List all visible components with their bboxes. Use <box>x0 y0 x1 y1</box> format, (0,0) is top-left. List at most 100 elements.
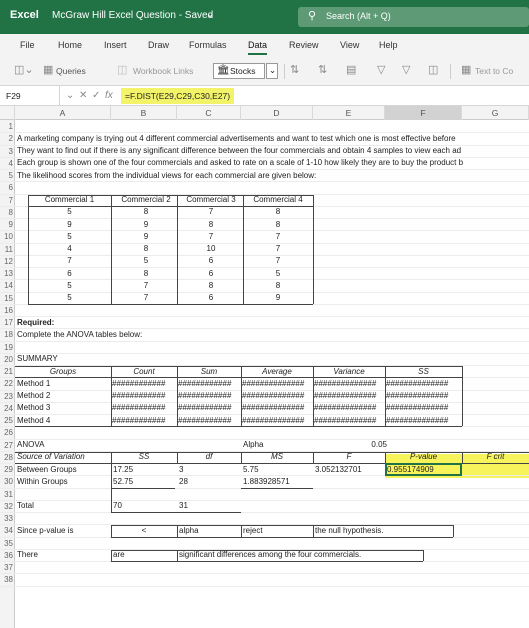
table-cell: 8 <box>208 219 214 229</box>
row-header[interactable]: 5 <box>0 171 14 180</box>
reapply-icon[interactable]: ◫ <box>428 63 438 76</box>
anova-title: ANOVA <box>17 440 45 449</box>
tab-formulas[interactable]: Formulas <box>189 40 227 50</box>
row-header[interactable]: 10 <box>0 232 14 241</box>
column-header-e[interactable]: E <box>313 106 385 120</box>
document-title[interactable]: McGraw Hill Excel Question - Saved <box>52 10 213 21</box>
table-cell: 9 <box>67 219 72 229</box>
row-header[interactable]: 2 <box>0 134 14 143</box>
row-header[interactable]: 38 <box>0 575 14 584</box>
row-header[interactable]: 15 <box>0 294 14 303</box>
conclusion-cell: Since p-value is <box>17 525 74 535</box>
row-header[interactable]: 13 <box>0 269 14 278</box>
row-header[interactable]: 4 <box>0 159 14 168</box>
column-header-d[interactable]: D <box>241 106 313 120</box>
table-cell: 7 <box>143 280 149 290</box>
table-cell: 7 <box>67 256 72 266</box>
row-header[interactable]: 35 <box>0 539 14 548</box>
tab-help[interactable]: Help <box>379 40 398 50</box>
anova-cell: Total <box>17 501 34 511</box>
row-header[interactable]: 23 <box>0 392 14 401</box>
row-header[interactable]: 20 <box>0 355 14 364</box>
selected-cell[interactable] <box>385 463 462 477</box>
row-header[interactable]: 1 <box>0 122 14 131</box>
row-header[interactable]: 18 <box>0 330 14 339</box>
summary-header: Average <box>262 366 292 376</box>
table-cell: 9 <box>143 231 149 241</box>
row-header[interactable]: 6 <box>0 183 14 192</box>
tab-file[interactable]: File <box>20 40 35 50</box>
stocks-dropdown[interactable]: ⌄ <box>266 63 278 79</box>
anova-cell: Between Groups <box>17 464 77 474</box>
cancel-icon[interactable]: ✕ <box>79 90 87 101</box>
row-header[interactable]: 31 <box>0 490 14 499</box>
select-all-corner[interactable] <box>0 106 15 120</box>
row-header[interactable]: 34 <box>0 526 14 535</box>
row-header[interactable]: 8 <box>0 208 14 217</box>
row-header[interactable]: 30 <box>0 477 14 486</box>
formula-input[interactable]: =F.DIST(E29,C29,C30,E27) <box>121 88 235 104</box>
row-header[interactable]: 36 <box>0 551 14 560</box>
row-header[interactable]: 22 <box>0 379 14 388</box>
tab-view[interactable]: View <box>340 40 359 50</box>
row-header[interactable]: 19 <box>0 343 14 352</box>
row-header[interactable]: 21 <box>0 367 14 376</box>
search-icon: ⚲ <box>308 10 317 22</box>
row-header[interactable]: 26 <box>0 428 14 437</box>
border-line <box>15 366 462 367</box>
row-header[interactable]: 11 <box>0 245 14 254</box>
queries-button[interactable]: Queries <box>56 66 86 76</box>
sort-icon[interactable]: ▤ <box>346 63 356 76</box>
filter-icon[interactable]: ▽ <box>377 63 385 76</box>
row-header[interactable]: 9 <box>0 220 14 229</box>
tab-review[interactable]: Review <box>289 40 319 50</box>
anova-cell: 1.883928571 <box>243 476 290 486</box>
row-header[interactable]: 29 <box>0 465 14 474</box>
worksheet-grid[interactable]: 1 2 3 4 5 6 7 8 9 10 11 12 13 14 15 16 17 18 19 20 21 22 23 24 2… <box>0 120 529 628</box>
table-cell: 5 <box>67 293 72 302</box>
column-header-b[interactable]: B <box>111 106 177 120</box>
enter-icon[interactable]: ✓ <box>92 90 100 101</box>
border-line <box>241 366 242 427</box>
border-line <box>462 451 463 463</box>
tab-home[interactable]: Home <box>58 40 82 50</box>
row-header[interactable]: 32 <box>0 502 14 511</box>
search-input[interactable]: ⚲ Search (Alt + Q) <box>298 7 529 27</box>
row-header[interactable]: 3 <box>0 147 14 156</box>
sort-ascending-icon[interactable]: ⇅ <box>290 63 299 76</box>
row-header[interactable]: 17 <box>0 318 14 327</box>
row-header[interactable]: 14 <box>0 281 14 290</box>
row-header[interactable]: 27 <box>0 441 14 450</box>
group-name: Method 4 <box>17 415 51 425</box>
tab-insert[interactable]: Insert <box>104 40 127 50</box>
row-header[interactable]: 33 <box>0 514 14 523</box>
tab-data[interactable]: Data <box>248 40 268 55</box>
table-cell: 8 <box>143 268 149 278</box>
summary-cell: ############ <box>178 378 232 388</box>
column-header-a[interactable]: A <box>15 106 111 120</box>
row-header[interactable]: 7 <box>0 196 14 205</box>
column-header-g[interactable]: G <box>462 106 529 120</box>
row-header[interactable]: 12 <box>0 257 14 266</box>
get-data-icon[interactable]: ◫⌄ <box>14 63 34 76</box>
clear-filter-icon[interactable]: ▽ <box>402 63 410 76</box>
workbook-links-button[interactable]: Workbook Links <box>133 66 193 76</box>
chevron-down-icon[interactable]: ⌄ <box>206 9 214 20</box>
function-icon[interactable]: fx <box>105 90 113 101</box>
name-box[interactable]: F29 <box>0 86 60 105</box>
anova-cell: 70 <box>113 501 122 511</box>
tab-draw[interactable]: Draw <box>148 40 169 50</box>
text-to-columns-button[interactable]: Text to Co <box>475 66 513 76</box>
column-header-c[interactable]: C <box>177 106 241 120</box>
chevron-down-icon[interactable]: ⌄ <box>66 90 74 101</box>
row-header[interactable]: 25 <box>0 416 14 425</box>
row-header[interactable]: 16 <box>0 306 14 315</box>
stocks-button[interactable]: 🏛 Stocks <box>213 63 265 79</box>
app-name[interactable]: Excel <box>10 9 39 21</box>
sort-descending-icon[interactable]: ⇅ <box>318 63 327 76</box>
summary-cell: ############## <box>314 403 377 413</box>
column-header-f[interactable]: F <box>385 106 462 120</box>
row-header[interactable]: 37 <box>0 563 14 572</box>
row-header[interactable]: 28 <box>0 453 14 462</box>
row-header[interactable]: 24 <box>0 404 14 413</box>
